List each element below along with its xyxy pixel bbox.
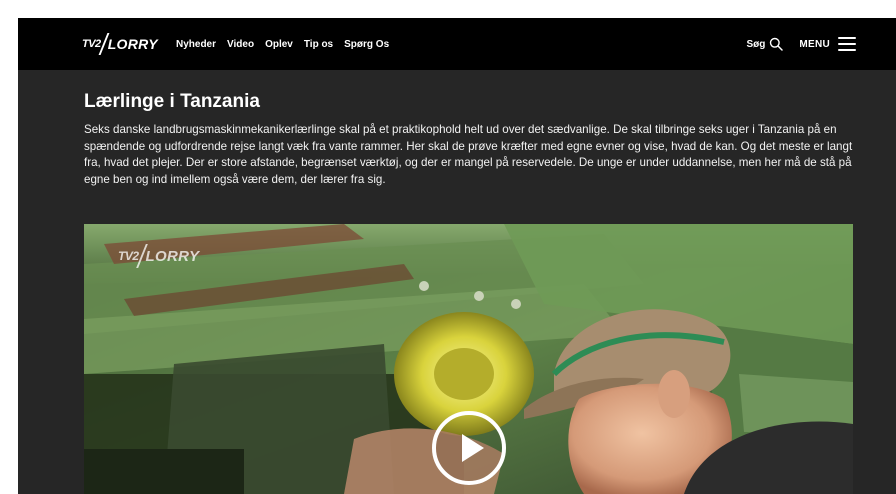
article-content: Lærlinge i Tanzania Seks danske landbrug…	[84, 90, 858, 188]
main-nav: Nyheder Video Oplev Tip os Spørg Os	[176, 18, 400, 70]
video-player[interactable]: TV2 LORRY	[84, 224, 853, 494]
top-navbar: TV2 LORRY Nyheder Video Oplev Tip os Spø…	[18, 18, 896, 70]
logo-name: LORRY	[107, 36, 158, 52]
search-button[interactable]: Søg	[746, 37, 784, 51]
video-watermark-logo: TV2 LORRY	[118, 244, 199, 268]
page-title: Lærlinge i Tanzania	[84, 91, 260, 112]
search-label: Søg	[746, 38, 766, 50]
menu-button[interactable]: MENU	[799, 37, 856, 51]
nav-item-spoerg-os[interactable]: Spørg Os	[344, 39, 389, 50]
watermark-name: LORRY	[145, 247, 200, 265]
play-icon	[462, 434, 484, 462]
article-description: Seks danske landbrugsmaskinmekanikerlærl…	[84, 123, 853, 186]
play-button[interactable]	[432, 411, 506, 485]
nav-item-video[interactable]: Video	[227, 39, 254, 50]
nav-item-oplev[interactable]: Oplev	[265, 39, 293, 50]
nav-actions: Søg MENU	[746, 18, 856, 70]
page-frame: TV2 LORRY Nyheder Video Oplev Tip os Spø…	[18, 18, 896, 494]
nav-item-tip-os[interactable]: Tip os	[304, 39, 333, 50]
nav-item-nyheder[interactable]: Nyheder	[176, 39, 216, 50]
menu-label: MENU	[799, 38, 830, 50]
site-logo[interactable]: TV2 LORRY	[82, 32, 158, 56]
watermark-brand: TV2	[118, 249, 139, 263]
search-icon	[770, 37, 784, 51]
hamburger-icon	[838, 37, 856, 51]
logo-brand: TV2	[82, 38, 101, 50]
